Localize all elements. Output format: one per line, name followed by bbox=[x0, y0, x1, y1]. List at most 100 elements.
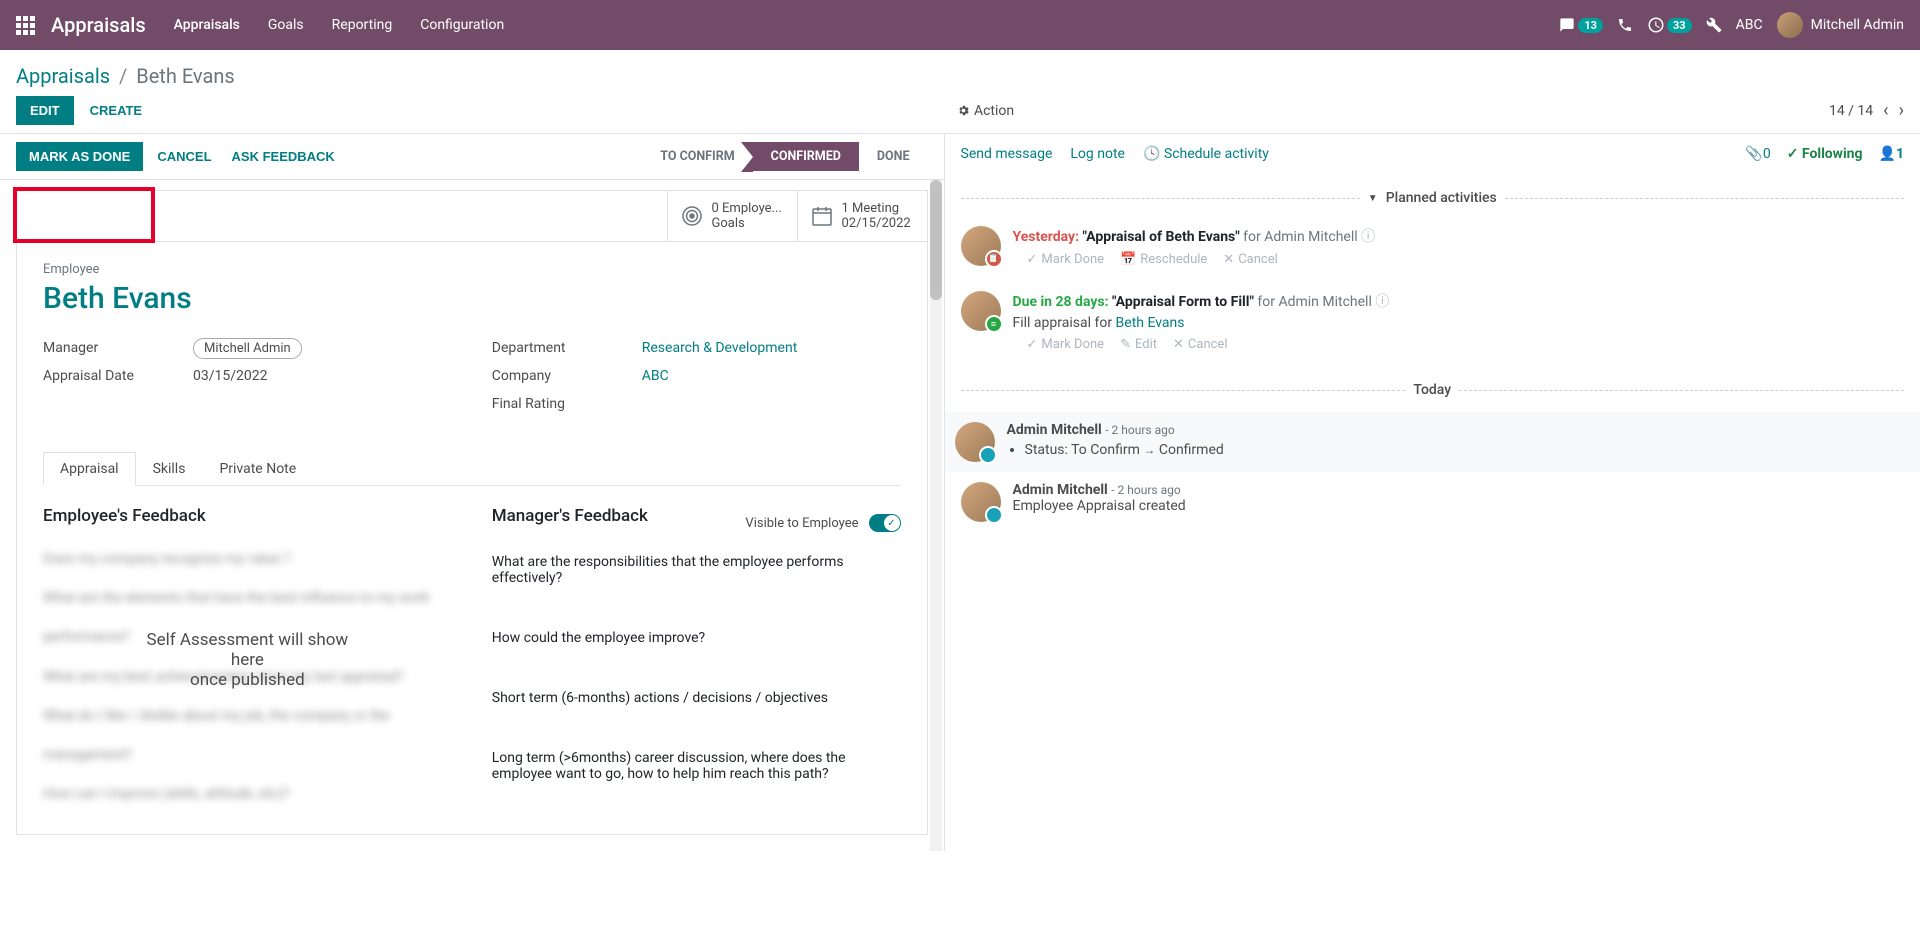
department-value[interactable]: Research & Development bbox=[642, 340, 798, 356]
activity-employee-link[interactable]: Beth Evans bbox=[1116, 315, 1185, 331]
nav-goals[interactable]: Goals bbox=[268, 17, 304, 33]
phone-icon[interactable] bbox=[1617, 17, 1633, 33]
meeting-stat-button[interactable]: 1 Meeting 02/15/2022 bbox=[797, 191, 927, 241]
ask-feedback-button[interactable]: ASK FEEDBACK bbox=[232, 149, 335, 164]
visible-to-employee-label: Visible to Employee bbox=[745, 516, 858, 531]
employee-feedback-col: Employee's Feedback Does my company reco… bbox=[43, 506, 452, 814]
tab-appraisal[interactable]: Appraisal bbox=[43, 452, 136, 486]
stage-confirmed[interactable]: CONFIRMED bbox=[753, 142, 859, 171]
activity-mark-done[interactable]: ✓ Mark Done bbox=[1027, 337, 1105, 352]
workspace: MARK AS DONE CANCEL ASK FEEDBACK TO CONF… bbox=[0, 133, 1920, 851]
activity-assignee: for Admin Mitchell bbox=[1243, 229, 1357, 245]
planned-activities-divider[interactable]: ▼ Planned activities bbox=[961, 190, 1905, 206]
apps-icon[interactable] bbox=[16, 16, 35, 35]
sheet-wrapper: 0 Employe... Goals 1 Meeting 02/15/2022 bbox=[0, 180, 944, 851]
message-author: Admin Mitchell bbox=[1007, 422, 1102, 438]
feedback-columns: Employee's Feedback Does my company reco… bbox=[43, 506, 901, 814]
debug-icon[interactable] bbox=[1706, 17, 1722, 33]
scrollbar-thumb[interactable] bbox=[930, 180, 942, 300]
status-stages: TO CONFIRM CONFIRMED DONE bbox=[642, 142, 927, 171]
manager-q2: How could the employee improve? bbox=[492, 630, 901, 646]
activity-due: Due in 28 days: bbox=[1013, 294, 1109, 310]
nav-configuration[interactable]: Configuration bbox=[420, 17, 504, 33]
activity-edit[interactable]: ✎ Edit bbox=[1120, 337, 1157, 352]
attachments-button[interactable]: 📎0 bbox=[1745, 146, 1770, 162]
user-name: Mitchell Admin bbox=[1811, 17, 1904, 33]
info-icon[interactable]: ⓘ bbox=[1375, 294, 1389, 310]
manager-q3: Short term (6-months) actions / decision… bbox=[492, 690, 901, 706]
activity-item: ≡ Due in 28 days: "Appraisal Form to Fil… bbox=[961, 285, 1905, 358]
topbar-right: 13 33 ABC Mitchell Admin bbox=[1558, 12, 1904, 38]
goals-label: Goals bbox=[712, 216, 782, 231]
online-status-icon bbox=[979, 446, 997, 464]
target-icon bbox=[680, 204, 704, 228]
activity-body: Fill appraisal for Beth Evans bbox=[1013, 315, 1905, 331]
activity-cancel[interactable]: ✕ Cancel bbox=[1223, 252, 1277, 267]
message-item: Admin Mitchell - 2 hours ago Employee Ap… bbox=[961, 472, 1905, 532]
message-avatar bbox=[961, 482, 1001, 522]
message-time: - 2 hours ago bbox=[1105, 423, 1174, 437]
blur-line: How can I improve (skills, attitude, etc… bbox=[43, 775, 452, 814]
create-button[interactable]: CREATE bbox=[90, 103, 142, 118]
company-value[interactable]: ABC bbox=[642, 368, 669, 384]
manager-q1: What are the responsibilities that the e… bbox=[492, 554, 901, 586]
company-switcher[interactable]: ABC bbox=[1736, 17, 1763, 33]
activity-mark-done[interactable]: ✓ Mark Done bbox=[1027, 252, 1105, 267]
meeting-count-label: 1 Meeting bbox=[842, 201, 911, 216]
appraisal-date-label: Appraisal Date bbox=[43, 368, 193, 384]
action-dropdown[interactable]: Action bbox=[957, 103, 1014, 119]
message-body: Status: To Confirm → Confirmed bbox=[1025, 442, 1911, 458]
tab-private-note[interactable]: Private Note bbox=[202, 452, 313, 485]
breadcrumb-current: Beth Evans bbox=[136, 64, 235, 88]
activity-type-icon: ≡ bbox=[985, 315, 1003, 333]
meeting-date-label: 02/15/2022 bbox=[842, 216, 911, 231]
employee-name: Beth Evans bbox=[43, 281, 901, 316]
info-icon[interactable]: ⓘ bbox=[1361, 229, 1375, 245]
message-author: Admin Mitchell bbox=[1013, 482, 1108, 498]
user-avatar-icon bbox=[1777, 12, 1803, 38]
today-divider: Today bbox=[961, 382, 1905, 398]
messages-badge: 13 bbox=[1578, 18, 1603, 33]
edit-button[interactable]: EDIT bbox=[16, 96, 74, 125]
manager-tag[interactable]: Mitchell Admin bbox=[193, 338, 302, 359]
appraisal-date-value: 03/15/2022 bbox=[193, 368, 268, 384]
app-title: Appraisals bbox=[51, 13, 146, 37]
message-item: Admin Mitchell - 2 hours ago Status: To … bbox=[945, 412, 1920, 472]
activity-reschedule[interactable]: 📅 Reschedule bbox=[1120, 252, 1207, 267]
chatter-panel: Send message Log note 🕓 Schedule activit… bbox=[944, 134, 1920, 851]
activities-icon[interactable]: 33 bbox=[1647, 16, 1692, 34]
stage-to-confirm[interactable]: TO CONFIRM bbox=[642, 142, 752, 171]
stage-done[interactable]: DONE bbox=[859, 142, 928, 171]
pager-prev-icon[interactable]: ‹ bbox=[1883, 100, 1888, 121]
caret-down-icon: ▼ bbox=[1368, 193, 1378, 204]
log-note-link[interactable]: Log note bbox=[1070, 146, 1125, 162]
manager-feedback-title: Manager's Feedback bbox=[492, 506, 648, 526]
visible-toggle[interactable] bbox=[869, 514, 901, 532]
user-menu[interactable]: Mitchell Admin bbox=[1777, 12, 1904, 38]
action-row: EDIT CREATE Action 14 / 14 ‹ › bbox=[0, 96, 1920, 133]
company-label: Company bbox=[492, 368, 642, 384]
nav-reporting[interactable]: Reporting bbox=[332, 17, 393, 33]
pager-next-icon[interactable]: › bbox=[1899, 100, 1904, 121]
message-avatar bbox=[955, 422, 995, 462]
followers-button[interactable]: 👤1 bbox=[1879, 146, 1904, 162]
breadcrumb-root[interactable]: Appraisals bbox=[16, 64, 110, 88]
goals-stat-button[interactable]: 0 Employe... Goals bbox=[667, 191, 797, 241]
following-button[interactable]: ✓ Following bbox=[1787, 146, 1863, 162]
schedule-activity-link[interactable]: 🕓 Schedule activity bbox=[1143, 146, 1269, 162]
tab-skills[interactable]: Skills bbox=[136, 452, 203, 485]
manager-q4: Long term (>6months) career discussion, … bbox=[492, 750, 901, 782]
fields-grid: Manager Mitchell Admin Appraisal Date 03… bbox=[43, 340, 901, 424]
chatter-topbar: Send message Log note 🕓 Schedule activit… bbox=[961, 146, 1905, 172]
send-message-link[interactable]: Send message bbox=[961, 146, 1053, 162]
nav-appraisals[interactable]: Appraisals bbox=[174, 17, 240, 33]
mark-done-button[interactable]: MARK AS DONE bbox=[16, 142, 143, 171]
top-nav: Appraisals Goals Reporting Configuration bbox=[174, 17, 505, 33]
cancel-button[interactable]: CANCEL bbox=[157, 149, 211, 164]
messages-icon[interactable]: 13 bbox=[1558, 17, 1603, 33]
action-label: Action bbox=[974, 103, 1014, 119]
arrow-right-icon: → bbox=[1143, 443, 1155, 457]
activity-due: Yesterday: bbox=[1013, 229, 1080, 245]
top-navbar: Appraisals Appraisals Goals Reporting Co… bbox=[0, 0, 1920, 50]
activity-cancel[interactable]: ✕ Cancel bbox=[1173, 337, 1227, 352]
